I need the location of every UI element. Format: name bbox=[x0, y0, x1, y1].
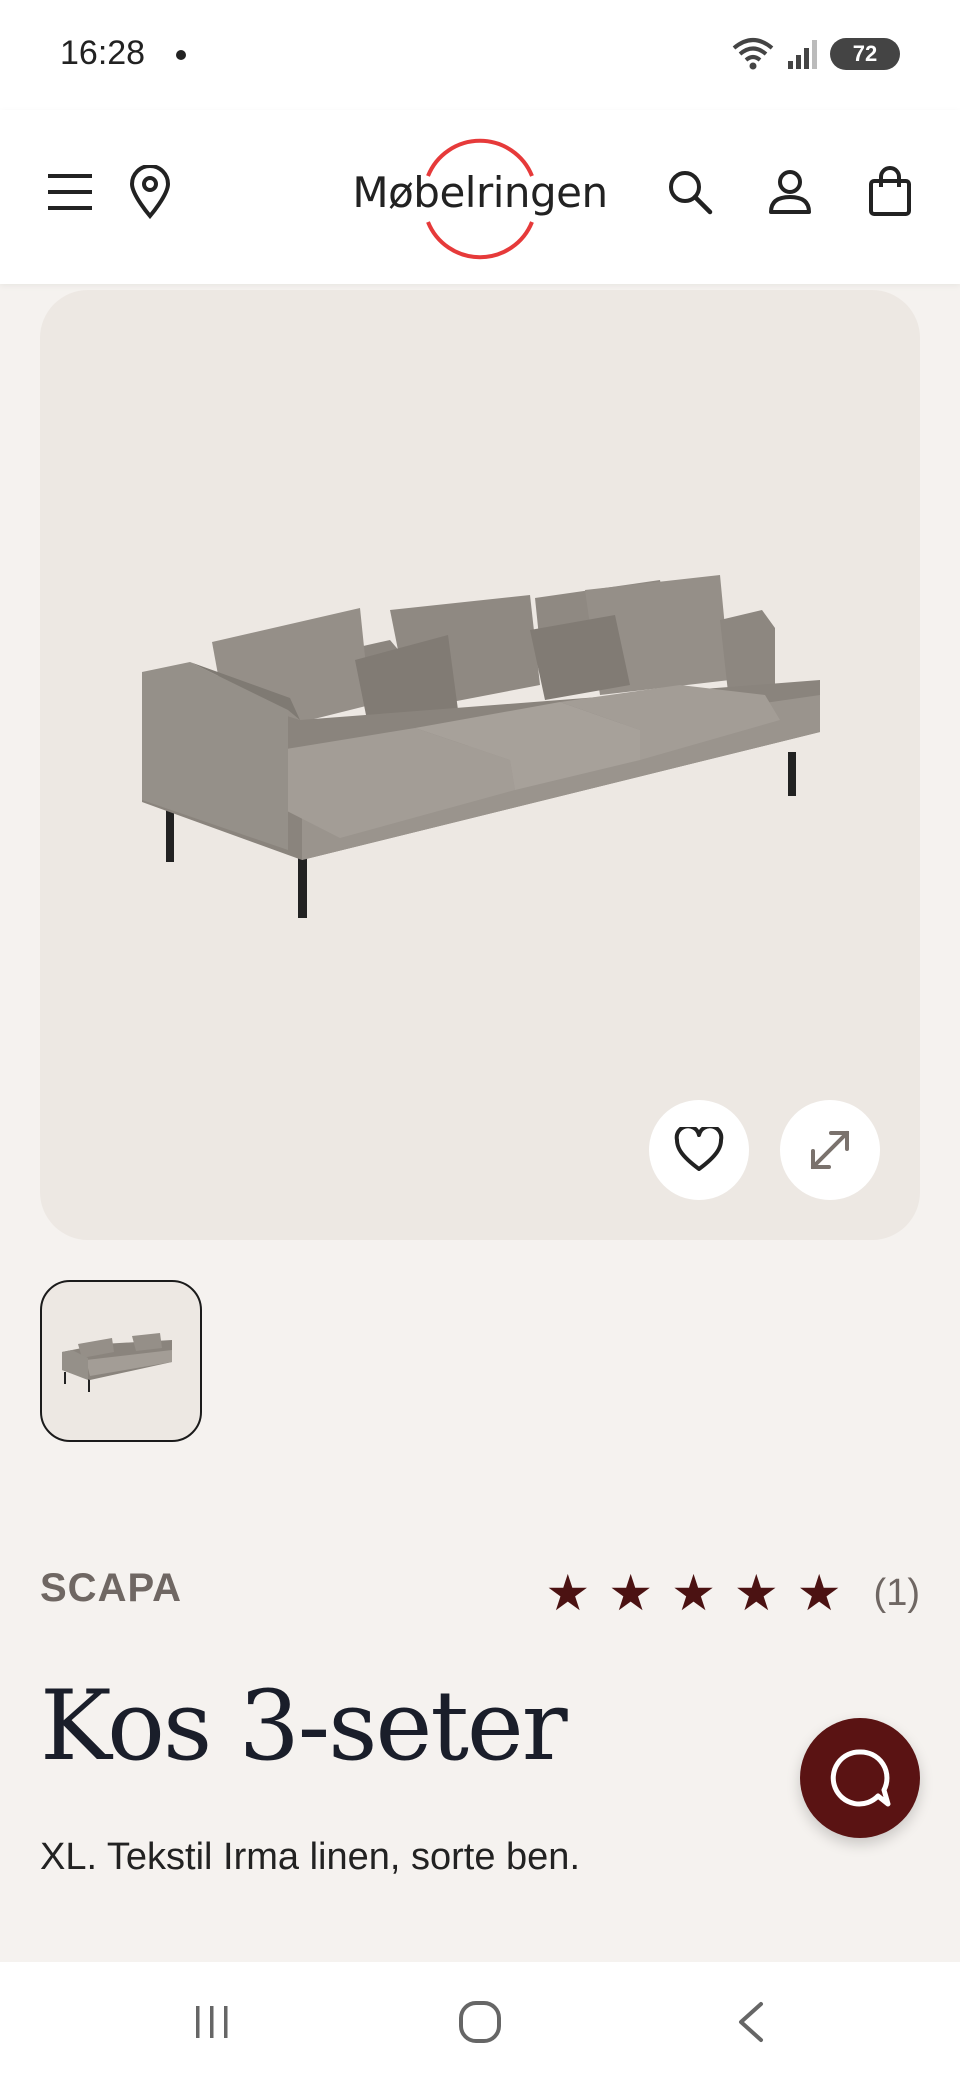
notification-dot bbox=[176, 50, 186, 60]
wifi-icon bbox=[732, 38, 774, 70]
product-thumbnail[interactable] bbox=[40, 1280, 202, 1442]
expand-image-button[interactable] bbox=[780, 1100, 880, 1200]
search-button[interactable] bbox=[660, 162, 720, 222]
sofa-thumbnail-image bbox=[62, 1333, 172, 1392]
star-icon: ★ bbox=[545, 1565, 591, 1621]
product-brand: SCAPA bbox=[40, 1566, 183, 1610]
shopping-bag-icon bbox=[869, 166, 911, 216]
back-icon bbox=[739, 2002, 763, 2042]
home-button[interactable] bbox=[450, 1992, 510, 2052]
account-button[interactable] bbox=[760, 162, 820, 222]
sofa-image bbox=[142, 575, 820, 918]
location-pin-icon bbox=[129, 165, 171, 219]
system-navigation-bar bbox=[0, 1962, 960, 2080]
star-icon: ★ bbox=[796, 1565, 842, 1621]
user-icon bbox=[769, 170, 811, 214]
product-title: Kos 3-seter bbox=[40, 1670, 568, 1782]
hamburger-menu-icon bbox=[48, 174, 92, 210]
chat-icon bbox=[830, 1749, 891, 1807]
system-icons: 72 bbox=[730, 32, 900, 76]
expand-icon bbox=[811, 1131, 849, 1169]
favorite-button[interactable] bbox=[649, 1100, 749, 1200]
store-locator-button[interactable] bbox=[120, 160, 180, 224]
product-subtitle: XL. Tekstil Irma linen, sorte ben. bbox=[40, 1836, 580, 1878]
star-icon: ★ bbox=[608, 1565, 654, 1621]
star-icon: ★ bbox=[733, 1565, 779, 1621]
recent-apps-button[interactable] bbox=[182, 1992, 242, 2052]
logo-text: Møbelringen bbox=[352, 168, 608, 217]
cart-button[interactable] bbox=[860, 158, 920, 224]
recent-apps-icon bbox=[196, 2006, 228, 2038]
signal-icon bbox=[788, 40, 817, 69]
status-time: 16:28 bbox=[60, 34, 146, 72]
site-header: Møbelringen bbox=[0, 110, 960, 284]
home-icon bbox=[459, 2001, 501, 2043]
status-bar: 16:28 72 bbox=[0, 0, 960, 110]
menu-button[interactable] bbox=[40, 162, 100, 222]
battery-indicator: 72 bbox=[830, 38, 900, 70]
search-icon bbox=[669, 171, 713, 215]
heart-icon bbox=[674, 1127, 724, 1171]
product-image-gallery[interactable] bbox=[40, 290, 920, 1240]
review-count[interactable]: (1) bbox=[874, 1572, 920, 1615]
back-button[interactable] bbox=[720, 1992, 780, 2052]
site-logo[interactable]: Møbelringen bbox=[340, 118, 620, 278]
chat-button[interactable] bbox=[800, 1718, 920, 1838]
star-icon: ★ bbox=[671, 1565, 716, 1621]
product-rating[interactable]: ★ ★ ★ ★ ★ (1) bbox=[545, 1568, 920, 1618]
